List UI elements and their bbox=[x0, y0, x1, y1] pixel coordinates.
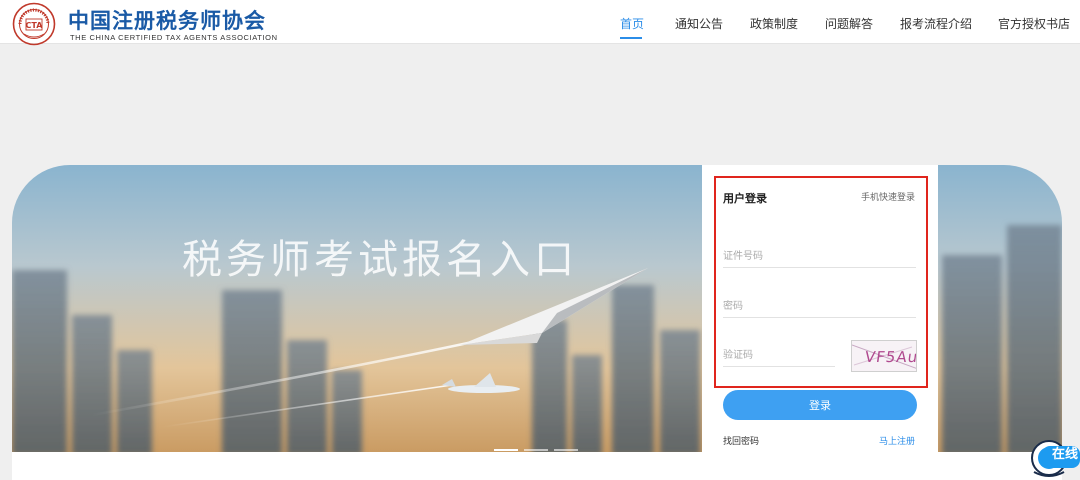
seal-text: CTA bbox=[26, 21, 44, 30]
nav-active-indicator bbox=[620, 37, 642, 39]
carousel-dot-2[interactable] bbox=[524, 449, 548, 451]
nav-item-policies[interactable]: 政策制度 bbox=[750, 15, 798, 32]
banner-title: 税务师考试报名入口 bbox=[182, 238, 578, 282]
association-seal-logo[interactable]: CTA bbox=[12, 2, 56, 46]
carousel-dot-1[interactable] bbox=[494, 449, 518, 451]
captcha-text: VF5Au bbox=[863, 348, 917, 366]
login-button[interactable]: 登录 bbox=[723, 390, 917, 420]
content-area bbox=[12, 452, 1062, 480]
forgot-password-link[interactable]: 找回密码 bbox=[723, 434, 759, 447]
captcha-input[interactable] bbox=[723, 345, 835, 367]
nav-item-faq[interactable]: 问题解答 bbox=[825, 15, 873, 32]
password-input[interactable] bbox=[723, 296, 916, 318]
quick-login-link[interactable]: 手机快速登录 bbox=[861, 190, 915, 203]
register-link[interactable]: 马上注册 bbox=[879, 434, 915, 447]
carousel-dot-3[interactable] bbox=[554, 449, 578, 451]
nav-item-notices[interactable]: 通知公告 bbox=[675, 15, 723, 32]
org-name-cn[interactable]: 中国注册税务师协会 bbox=[68, 5, 266, 35]
org-name-en: THE CHINA CERTIFIED TAX AGENTS ASSOCIATI… bbox=[70, 33, 278, 42]
site-header: CTA 中国注册税务师协会 THE CHINA CERTIFIED TAX AG… bbox=[0, 0, 1080, 46]
nav-item-exam-process[interactable]: 报考流程介绍 bbox=[900, 15, 972, 32]
nav-item-bookstore[interactable]: 官方授权书店 bbox=[998, 15, 1070, 32]
online-chat-label[interactable]: 在线 bbox=[1052, 443, 1078, 462]
login-title: 用户登录 bbox=[723, 193, 767, 205]
id-number-input[interactable] bbox=[723, 246, 916, 268]
captcha-image[interactable]: VF5Au bbox=[851, 340, 917, 372]
nav-item-home[interactable]: 首页 bbox=[620, 15, 644, 32]
